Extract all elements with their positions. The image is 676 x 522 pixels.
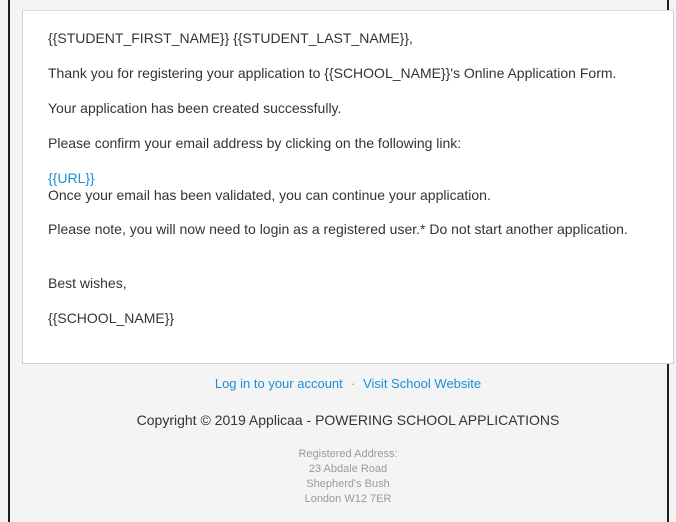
registered-address: Registered Address: 23 Abdale Road Sheph… — [22, 447, 674, 507]
confirm-text: Please confirm your email address by cli… — [48, 135, 462, 151]
signature-text: {{SCHOOL_NAME}} — [48, 310, 175, 326]
confirm-url-link[interactable]: {{URL}} — [48, 169, 95, 187]
validated-text: Once your email has been validated, you … — [48, 187, 491, 203]
address-line-1: 23 Abdale Road — [308, 463, 388, 475]
website-link[interactable]: Visit School Website — [363, 376, 481, 391]
link-separator: · — [350, 376, 356, 391]
email-body-card: {{STUDENT_FIRST_NAME}} {{STUDENT_LAST_NA… — [22, 10, 674, 364]
address-line-2: Shepherd's Bush — [306, 478, 390, 490]
login-link[interactable]: Log in to your account — [215, 376, 343, 391]
email-frame: {{STUDENT_FIRST_NAME}} {{STUDENT_LAST_NA… — [8, 0, 674, 522]
footer-links: Log in to your account · Visit School Webs… — [22, 376, 674, 392]
address-line-3: London W12 7ER — [304, 493, 392, 505]
note-text: Please note, you will now need to login … — [48, 221, 628, 237]
thanks-text: Thank you for registering your applicati… — [48, 65, 617, 81]
address-label: Registered Address: — [298, 448, 398, 460]
created-text: Your application has been created succes… — [48, 100, 342, 116]
closing-text: Best wishes, — [48, 275, 127, 291]
greeting-text: {{STUDENT_FIRST_NAME}} {{STUDENT_LAST_NA… — [48, 30, 413, 46]
copyright-text: Copyright © 2019 Applicaa - POWERING SCH… — [136, 412, 560, 428]
email-footer: Log in to your account · Visit School Webs… — [22, 364, 674, 522]
